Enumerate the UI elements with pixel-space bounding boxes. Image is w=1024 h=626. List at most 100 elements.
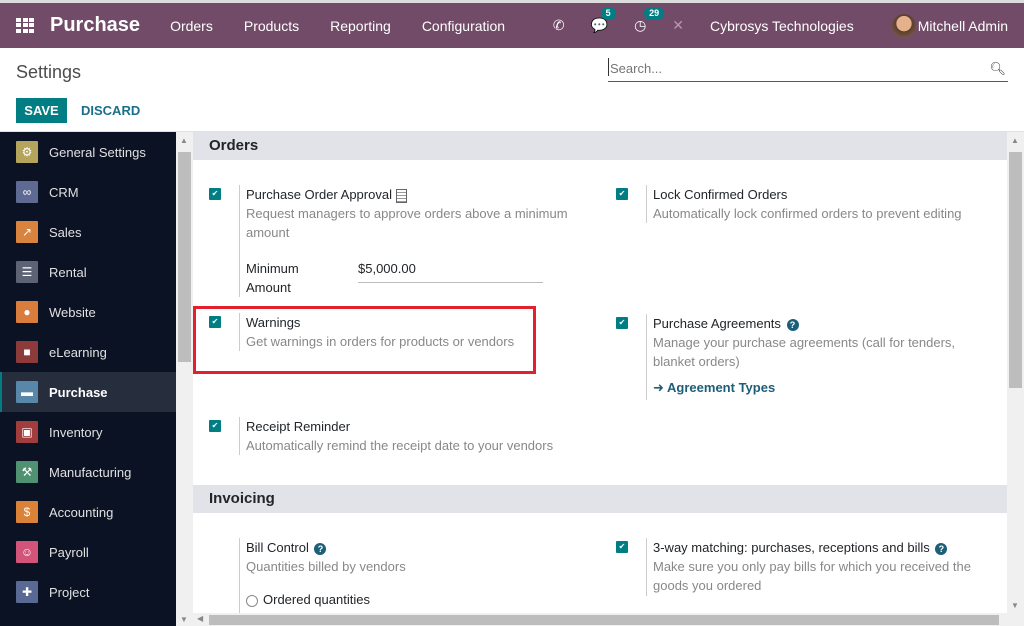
invoice-icon: $ bbox=[16, 501, 38, 523]
sidebar-item-manufacturing[interactable]: ⚒ Manufacturing bbox=[0, 452, 176, 492]
sidebar-item-label: Purchase bbox=[49, 384, 108, 400]
sidebar-item-label: General Settings bbox=[49, 144, 146, 160]
content-scrollbar[interactable]: ▲ ▼ bbox=[1007, 132, 1024, 626]
menu-orders[interactable]: Orders bbox=[170, 18, 213, 34]
scroll-up-icon[interactable]: ▲ bbox=[1011, 136, 1019, 145]
page-title: Settings bbox=[16, 62, 82, 82]
three-way-desc: Make sure you only pay bills for which y… bbox=[653, 559, 971, 593]
bill-control-desc: Quantities billed by vendors bbox=[246, 559, 406, 574]
receipt-reminder-checkbox[interactable]: ✔ bbox=[209, 420, 221, 432]
sidebar-item-elearning[interactable]: ■ eLearning bbox=[0, 332, 176, 372]
horizontal-scrollbar[interactable]: ◀ bbox=[193, 613, 1007, 626]
settings-content: Orders ✔ Purchase Order Approval Request… bbox=[193, 132, 1007, 613]
menu-reporting[interactable]: Reporting bbox=[330, 18, 391, 34]
save-button[interactable]: SAVE bbox=[16, 98, 67, 123]
sidebar-item-label: Payroll bbox=[49, 544, 89, 560]
payroll-icon: ☺ bbox=[16, 541, 38, 563]
min-amount-field[interactable]: $5,000.00 bbox=[358, 259, 543, 283]
warnings-desc: Get warnings in orders for products or v… bbox=[246, 334, 515, 349]
agreement-types-link[interactable]: ➜ Agreement Types bbox=[653, 380, 986, 396]
agreements-desc: Manage your purchase agreements (call fo… bbox=[653, 335, 956, 369]
po-approval-title: Purchase Order Approval bbox=[246, 187, 392, 202]
chart-icon: ↗ bbox=[16, 221, 38, 243]
rental-icon: ☰ bbox=[16, 261, 38, 283]
menu-products[interactable]: Products bbox=[244, 18, 299, 34]
section-header-orders: Orders bbox=[193, 132, 1007, 160]
handshake-icon: ∞ bbox=[16, 181, 38, 203]
avatar[interactable] bbox=[891, 13, 916, 38]
debug-tools-icon[interactable]: ✕ bbox=[672, 17, 684, 34]
purchase-icon: ▬ bbox=[16, 381, 38, 403]
systray: ✆ 💬 5 ◷ 29 ✕ Cybrosys Technologies Mitchel… bbox=[553, 3, 1024, 48]
top-navbar: Purchase Orders Products Reporting Confi… bbox=[0, 0, 1024, 48]
po-approval-checkbox[interactable]: ✔ bbox=[209, 188, 221, 200]
main-menu: Orders Products Reporting Configuration bbox=[170, 18, 536, 34]
sidebar-item-accounting[interactable]: $ Accounting bbox=[0, 492, 176, 532]
phone-icon[interactable]: ✆ bbox=[553, 17, 565, 34]
help-icon[interactable]: ? bbox=[786, 318, 799, 331]
sidebar-item-sales[interactable]: ↗ Sales bbox=[0, 212, 176, 252]
sidebar-item-general-settings[interactable]: ⚙ General Settings bbox=[0, 132, 176, 172]
elearning-icon: ■ bbox=[16, 341, 38, 363]
lock-orders-desc: Automatically lock confirmed orders to p… bbox=[653, 206, 962, 221]
three-way-checkbox[interactable]: ✔ bbox=[616, 541, 628, 553]
activities-badge: 29 bbox=[644, 7, 665, 20]
agreements-title: Purchase Agreements bbox=[653, 316, 781, 331]
sidebar-item-crm[interactable]: ∞ CRM bbox=[0, 172, 176, 212]
sidebar-item-project[interactable]: ✚ Project bbox=[0, 572, 176, 612]
bill-control-title: Bill Control bbox=[246, 540, 309, 555]
radio-button[interactable] bbox=[246, 594, 258, 607]
search-box: 🔍︎ bbox=[608, 58, 1008, 82]
section-header-invoicing: Invoicing bbox=[193, 485, 1007, 513]
search-icon[interactable]: 🔍︎ bbox=[989, 61, 1006, 77]
activities-icon[interactable]: ◷ 29 bbox=[634, 7, 665, 34]
po-approval-desc: Request managers to approve orders above… bbox=[246, 206, 568, 240]
sidebar-item-purchase[interactable]: ▬ Purchase bbox=[0, 372, 176, 412]
messages-icon[interactable]: 💬 5 bbox=[591, 7, 616, 34]
scroll-left-icon[interactable]: ◀ bbox=[197, 614, 203, 623]
sidebar-item-label: Rental bbox=[49, 264, 87, 280]
arrow-right-icon: ➜ bbox=[653, 380, 664, 395]
scroll-down-icon[interactable]: ▼ bbox=[1011, 601, 1019, 610]
sidebar-item-payroll[interactable]: ☺ Payroll bbox=[0, 532, 176, 572]
sidebar-item-inventory[interactable]: ▣ Inventory bbox=[0, 412, 176, 452]
puzzle-icon: ✚ bbox=[16, 581, 38, 603]
content-scroll-thumb[interactable] bbox=[1009, 152, 1022, 388]
sidebar-scrollbar[interactable]: ▲ ▼ bbox=[176, 132, 193, 626]
user-menu[interactable]: Mitchell Admin bbox=[918, 18, 1008, 34]
sidebar-item-label: Manufacturing bbox=[49, 464, 132, 480]
company-switcher[interactable]: Cybrosys Technologies bbox=[710, 18, 854, 34]
globe-icon: ● bbox=[16, 301, 38, 323]
warnings-title: Warnings bbox=[246, 315, 301, 330]
apps-menu-icon[interactable] bbox=[16, 17, 36, 34]
agreements-checkbox[interactable]: ✔ bbox=[616, 317, 628, 329]
ordered-quantities-option[interactable]: Ordered quantities bbox=[246, 592, 406, 607]
company-building-icon bbox=[395, 188, 407, 203]
receipt-reminder-title: Receipt Reminder bbox=[246, 419, 351, 434]
sidebar-item-label: Inventory bbox=[49, 424, 103, 440]
wrench-icon: ⚒ bbox=[16, 461, 38, 483]
scroll-down-icon[interactable]: ▼ bbox=[180, 615, 188, 624]
control-panel: Settings 🔍︎ SAVE DISCARD bbox=[0, 48, 1024, 132]
three-way-title: 3-way matching: purchases, receptions an… bbox=[653, 540, 930, 555]
lock-orders-checkbox[interactable]: ✔ bbox=[616, 188, 628, 200]
sidebar-item-label: Website bbox=[49, 304, 96, 320]
warnings-checkbox[interactable]: ✔ bbox=[209, 316, 221, 328]
sidebar-item-rental[interactable]: ☰ Rental bbox=[0, 252, 176, 292]
agreement-types-label: Agreement Types bbox=[667, 380, 776, 395]
sidebar-item-label: Accounting bbox=[49, 504, 114, 520]
sidebar-item-label: CRM bbox=[49, 184, 79, 200]
sidebar-item-label: Project bbox=[49, 584, 90, 600]
help-icon[interactable]: ? bbox=[314, 542, 327, 555]
horizontal-scroll-thumb[interactable] bbox=[209, 615, 999, 625]
sidebar-scroll-thumb[interactable] bbox=[178, 152, 191, 362]
menu-configuration[interactable]: Configuration bbox=[422, 18, 505, 34]
sidebar-item-website[interactable]: ● Website bbox=[0, 292, 176, 332]
lock-orders-title: Lock Confirmed Orders bbox=[653, 187, 788, 202]
scroll-up-icon[interactable]: ▲ bbox=[180, 136, 188, 145]
help-icon[interactable]: ? bbox=[935, 542, 948, 555]
discard-button[interactable]: DISCARD bbox=[81, 98, 140, 123]
messages-badge: 5 bbox=[600, 7, 616, 20]
search-input[interactable] bbox=[608, 58, 978, 76]
app-brand[interactable]: Purchase bbox=[50, 14, 140, 37]
